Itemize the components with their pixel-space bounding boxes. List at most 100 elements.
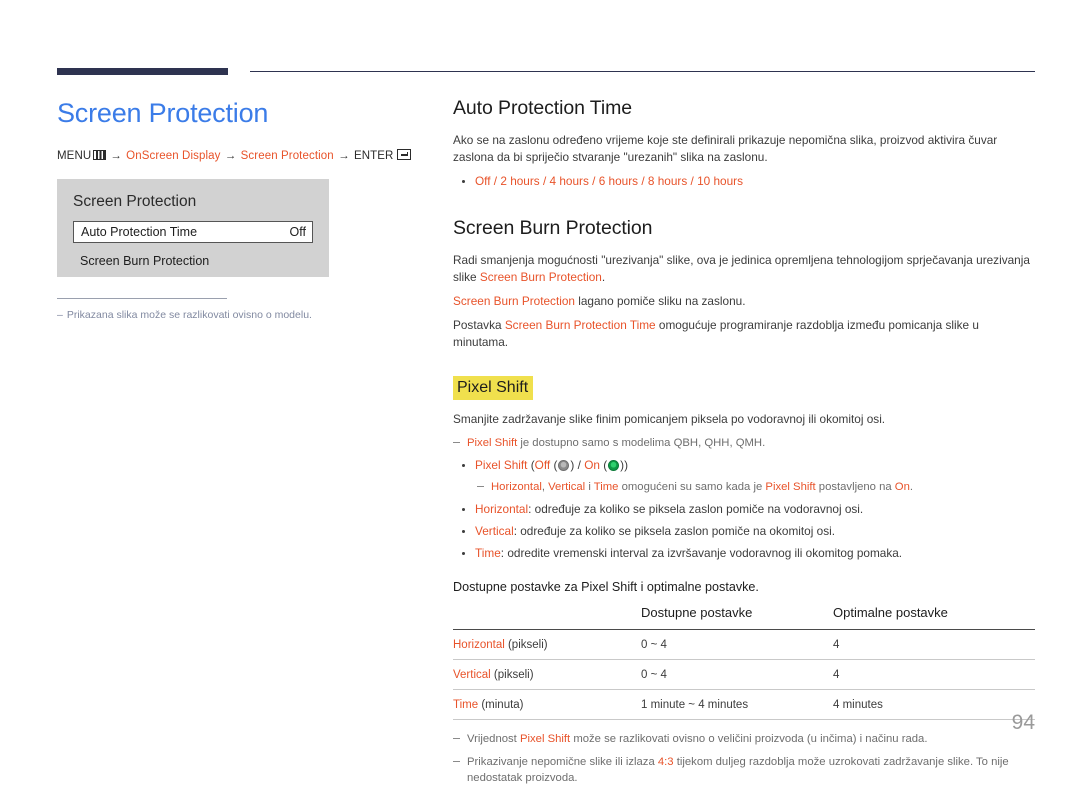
table-row: Vertical (pikseli) 0 ~ 4 4 xyxy=(453,659,1035,690)
osd-row-label: Auto Protection Time xyxy=(81,225,198,239)
toggle-on-label: On xyxy=(584,458,600,472)
breadcrumb-menu-label: MENU xyxy=(57,150,92,162)
item-desc: : odredite vremenski interval za izvršav… xyxy=(500,546,903,560)
table-header-row: Dostupne postavke Optimalne postavke xyxy=(453,605,1035,630)
paragraph-burn-protection-2: Screen Burn Protection lagano pomiče sli… xyxy=(453,293,1035,310)
dep-accent-vertical: Vertical xyxy=(548,481,586,493)
dep-text-2: postavljeno na xyxy=(815,481,895,493)
osd-menu-mock: Screen Protection Auto Protection Time O… xyxy=(57,179,329,277)
heading-auto-protection-time: Auto Protection Time xyxy=(453,97,633,119)
list-item: Horizontal: određuje za koliko se piksel… xyxy=(453,501,1035,518)
cell-available: 0 ~ 4 xyxy=(641,659,833,690)
auto-protection-options-list: Off / 2 hours / 4 hours / 6 hours / 8 ho… xyxy=(453,173,1035,190)
paragraph-auto-protection-time: Ako se na zaslonu određeno vrijeme koje … xyxy=(453,133,998,164)
osd-row-label: Screen Burn Protection xyxy=(80,254,210,268)
cell-term: Vertical (pikseli) xyxy=(453,659,641,690)
note-pixel-shift-models: Pixel Shift je dostupno samo s modelima … xyxy=(453,435,1035,451)
note-accent: Pixel Shift xyxy=(467,437,518,449)
pixel-shift-items-list: Horizontal: određuje za koliko se piksel… xyxy=(453,501,1035,562)
cell-term-accent: Vertical xyxy=(453,669,491,681)
p2-accent: Screen Burn Protection xyxy=(453,294,575,308)
osd-title: Screen Protection xyxy=(73,193,197,210)
dep-mid: i xyxy=(585,481,594,493)
item-desc: : određuje za koliko se piksela zaslon p… xyxy=(528,502,864,516)
toggle-open-paren: ( xyxy=(527,458,535,472)
p3-accent: Screen Burn Protection Time xyxy=(504,318,656,332)
cell-term: Time (minuta) xyxy=(453,689,641,720)
cell-optimal: 4 minutes xyxy=(833,689,1035,720)
menu-breadcrumb: MENU → OnScreen Display → Screen Protecti… xyxy=(57,149,417,162)
footnotes: Vrijednost Pixel Shift može se razlikova… xyxy=(453,731,1035,786)
cell-term-accent: Horizontal xyxy=(453,639,505,651)
table-header-blank xyxy=(453,605,641,630)
cell-available: 0 ~ 4 xyxy=(641,629,833,660)
cell-term-unit: (pikseli) xyxy=(490,669,534,681)
item-term-horizontal: Horizontal xyxy=(475,502,529,516)
toggle-off-label: Off xyxy=(534,458,551,472)
note-text: Prikazana slika može se razlikovati ovis… xyxy=(66,309,312,321)
cell-optimal: 4 xyxy=(833,629,1035,660)
dep-accent-on: On xyxy=(894,481,910,493)
page-number: 94 xyxy=(1011,711,1035,734)
header-rule-line xyxy=(250,71,1035,72)
dep-accent-pixel-shift: Pixel Shift xyxy=(765,481,816,493)
cell-available: 1 minute ~ 4 minutes xyxy=(641,689,833,720)
table-header-optimal: Optimalne postavke xyxy=(833,605,1035,630)
pixel-shift-settings-table: Dostupne postavke Optimalne postavke Hor… xyxy=(453,605,1035,720)
item-desc: : određuje za koliko se piksela zaslon p… xyxy=(513,524,835,538)
breadcrumb-item-onscreen-display[interactable]: OnScreen Display xyxy=(126,150,220,162)
note-dash: – xyxy=(57,309,63,321)
osd-row-value: Off xyxy=(289,225,306,239)
footnote-1: Vrijednost Pixel Shift može se razlikova… xyxy=(453,731,1035,747)
heading-screen-burn-protection: Screen Burn Protection xyxy=(453,217,653,239)
pixel-shift-toggle-list: Pixel Shift (Off () / On ()) xyxy=(453,457,1035,474)
heading-pixel-shift: Pixel Shift xyxy=(453,376,534,400)
toggle-close-paren: ) xyxy=(624,458,629,472)
p2-suffix: lagano pomiče sliku na zaslonu. xyxy=(574,294,746,308)
toggle-on-indicator xyxy=(608,459,620,471)
cell-term-unit: (minuta) xyxy=(478,699,524,711)
breadcrumb-arrow-3: → xyxy=(338,150,350,162)
toggle-label: Pixel Shift xyxy=(475,458,528,472)
footnote-prefix: Prikazivanje nepomične slike ili izlaza xyxy=(467,756,658,768)
table-body: Horizontal (pikseli) 0 ~ 4 4 Vertical (p… xyxy=(453,629,1035,720)
list-item: Pixel Shift (Off () / On ()) xyxy=(453,457,1035,474)
footnote-prefix: Vrijednost xyxy=(467,733,520,745)
breadcrumb-arrow-1: → xyxy=(110,150,122,162)
cell-term-unit: (pikseli) xyxy=(504,639,548,651)
dep-period: . xyxy=(909,481,914,493)
page-title: Screen Protection xyxy=(57,98,269,128)
table-head: Dostupne postavke Optimalne postavke xyxy=(453,605,1035,630)
osd-row-screen-burn-protection[interactable]: Screen Burn Protection xyxy=(73,250,313,272)
list-item: Time: odredite vremenski interval za izv… xyxy=(453,545,1035,562)
cell-term-accent: Time xyxy=(453,699,479,711)
list-item: Vertical: određuje za koliko se piksela … xyxy=(453,523,1035,540)
enter-key-icon xyxy=(397,149,412,160)
dep-accent-horizontal: Horizontal xyxy=(491,481,542,493)
breadcrumb-enter-label: ENTER xyxy=(353,150,394,162)
paragraph-burn-protection-3: Postavka Screen Burn Protection Time omo… xyxy=(453,317,1035,351)
table-header-available: Dostupne postavke xyxy=(641,605,833,630)
paragraph-burn-protection-1: Radi smanjenja mogućnosti "urezivanja" s… xyxy=(453,252,1035,286)
footnote-accent: 4:3 xyxy=(657,756,674,768)
cell-optimal: 4 xyxy=(833,659,1035,690)
dep-text-1: omogućeni su samo kada je xyxy=(618,481,766,493)
list-item: Off / 2 hours / 4 hours / 6 hours / 8 ho… xyxy=(453,173,1035,190)
cell-term: Horizontal (pikseli) xyxy=(453,629,641,660)
table-lead-text: Dostupne postavke za Pixel Shift i optim… xyxy=(453,580,759,594)
paragraph-pixel-shift-intro: Smanjite zadržavanje slike finim pomican… xyxy=(453,412,886,426)
note-divider xyxy=(57,298,227,299)
breadcrumb-arrow-2: → xyxy=(224,150,237,162)
right-column: Auto Protection Time Ako se na zaslonu o… xyxy=(453,96,1035,793)
p1-accent: Screen Burn Protection xyxy=(479,270,602,284)
header-accent-bar xyxy=(57,68,228,75)
dep-accent-time: Time xyxy=(593,481,619,493)
left-note-wrapper: – Prikazana slika može se razlikovati ovi… xyxy=(57,298,417,322)
footnote-accent: Pixel Shift xyxy=(519,733,571,745)
table-row: Horizontal (pikseli) 0 ~ 4 4 xyxy=(453,629,1035,660)
p3-prefix: Postavka xyxy=(453,318,505,332)
osd-row-auto-protection-time[interactable]: Auto Protection Time Off xyxy=(73,221,313,243)
breadcrumb-item-screen-protection[interactable]: Screen Protection xyxy=(241,150,334,162)
menu-grid-icon xyxy=(93,150,107,160)
table-row: Time (minuta) 1 minute ~ 4 minutes 4 min… xyxy=(453,689,1035,720)
